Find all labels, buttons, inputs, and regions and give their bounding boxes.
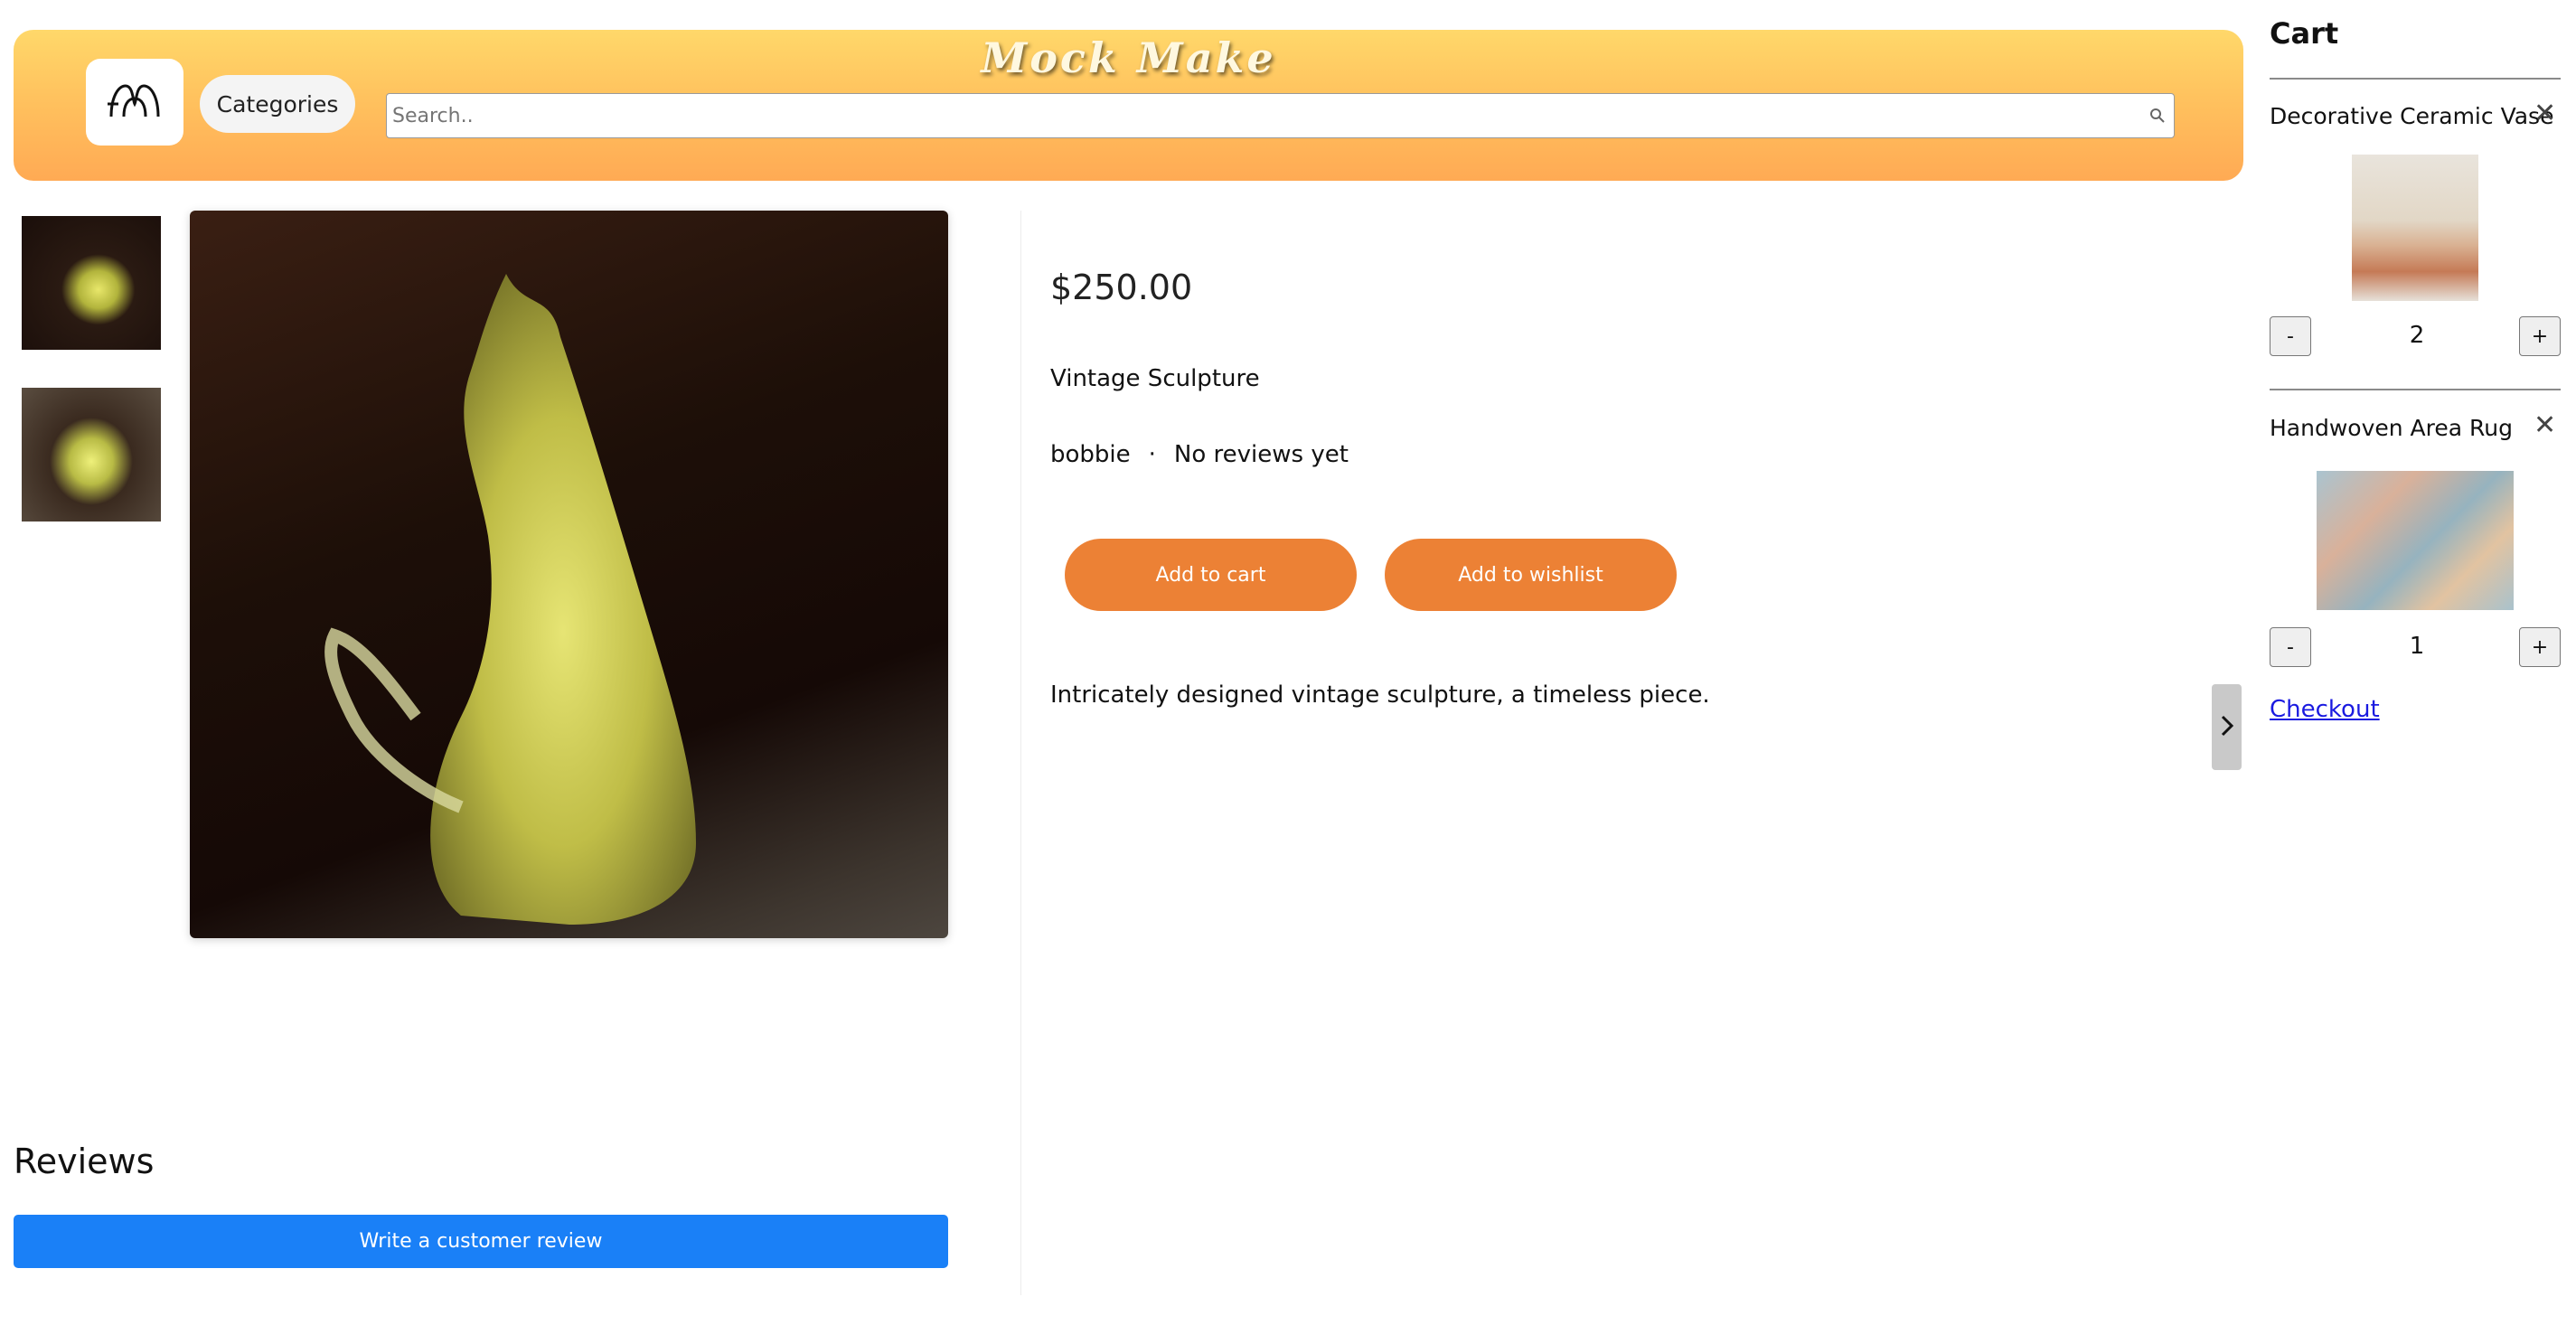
quantity-increase-button[interactable]: + (2519, 627, 2561, 667)
product-title: Vintage Sculpture (1050, 365, 1260, 392)
cart-title: Cart (2270, 16, 2339, 51)
product-meta: bobbie · No reviews yet (1050, 441, 1349, 468)
product-price: $250.00 (1050, 268, 1193, 307)
search-icon[interactable] (2141, 108, 2174, 124)
thumbnail-image (22, 216, 161, 350)
site-header: Categories Mock Make (14, 30, 2243, 181)
close-icon[interactable]: ✕ (2534, 409, 2556, 441)
search-input[interactable] (390, 103, 2141, 128)
quantity-increase-button[interactable]: + (2519, 316, 2561, 356)
checkout-link[interactable]: Checkout (2270, 696, 2380, 723)
quantity-decrease-button[interactable]: - (2270, 627, 2311, 667)
cart-item-name: Handwoven Area Rug (2270, 415, 2513, 441)
product-description: Intricately designed vintage sculpture, … (1050, 681, 1710, 709)
add-to-cart-button[interactable]: Add to cart (1065, 539, 1357, 611)
cart-item-name: Decorative Ceramic Vase (2270, 103, 2554, 129)
product-thumbnail[interactable] (16, 211, 166, 355)
cart-item-quantity: 2 (2409, 322, 2425, 349)
categories-button[interactable]: Categories (200, 75, 355, 133)
meta-separator: · (1148, 441, 1156, 468)
thumbnail-image (22, 388, 161, 522)
add-to-wishlist-button[interactable]: Add to wishlist (1385, 539, 1677, 611)
cart-item-image (2317, 471, 2514, 610)
brand-logo-icon (106, 77, 164, 127)
reviews-status: No reviews yet (1173, 441, 1349, 468)
cart-divider (2270, 389, 2561, 390)
seller-name[interactable]: bobbie (1050, 441, 1131, 468)
search-bar (386, 93, 2175, 138)
cart-toggle-button[interactable] (2212, 684, 2242, 770)
write-review-button[interactable]: Write a customer review (14, 1215, 948, 1268)
cart-item-quantity: 1 (2409, 633, 2425, 660)
column-divider (1020, 211, 1021, 1295)
chevron-right-icon (2219, 713, 2235, 742)
product-main-image (190, 211, 948, 938)
cart-divider (2270, 78, 2561, 80)
cart-item-image (2352, 155, 2478, 301)
reviews-heading: Reviews (14, 1142, 155, 1181)
brand-title: Mock Make (981, 33, 1276, 82)
quantity-decrease-button[interactable]: - (2270, 316, 2311, 356)
product-thumbnail[interactable] (16, 382, 166, 527)
close-icon[interactable]: ✕ (2534, 98, 2556, 129)
